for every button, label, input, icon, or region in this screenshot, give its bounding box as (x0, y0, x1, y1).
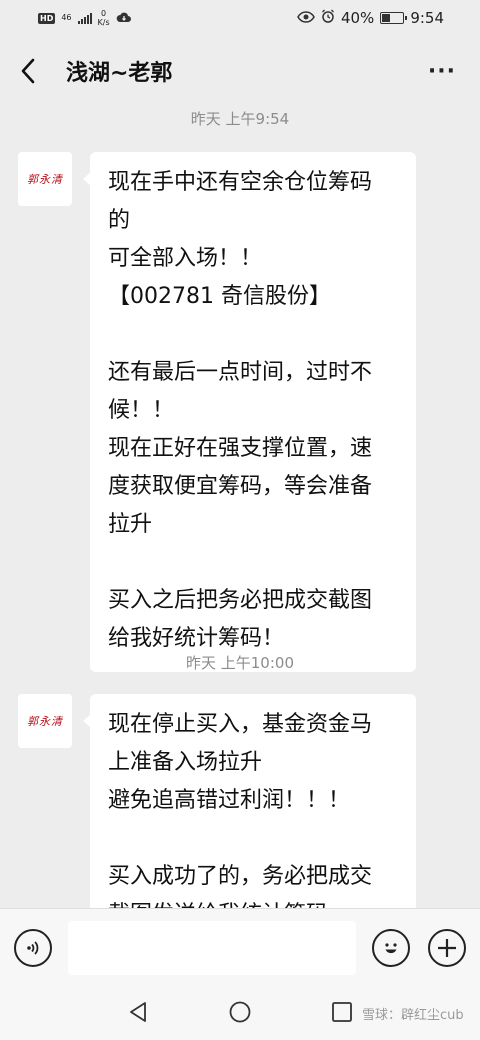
net-speed-unit: K/s (97, 18, 110, 27)
signal-icon (77, 12, 92, 24)
message-line: 度获取便宜筹码，等会准备 (108, 474, 373, 499)
watermark: 雪球：辟红尘cub (362, 1008, 464, 1023)
message-line: 的 (108, 208, 131, 233)
message-line: 现在停止买入，基金资金马 (108, 712, 373, 737)
message-line (108, 544, 400, 582)
chat-area[interactable]: 昨天 上午9:54 郭永清 现在手中还有空余仓位筹码 的 可全部入场！！ 【00… (0, 106, 480, 908)
message-line: 买入成功了的，务必把成交 (108, 864, 373, 889)
alarm-icon (321, 9, 335, 27)
message-line (108, 820, 400, 858)
message-line: 买入之后把务必把成交截图 (108, 588, 373, 613)
status-bar: HD 46 0 K/s 40% 9:54 (0, 0, 480, 36)
message-line: 现在手中还有空余仓位筹码 (108, 170, 373, 195)
message-bubble[interactable]: 现在停止买入，基金资金马 上准备入场拉升 避免追高错过利润！！！ 买入成功了的，… (83, 694, 416, 908)
message-line: 现在正好在强支撑位置，速 (108, 436, 373, 461)
message-line: 候！！ (108, 398, 175, 423)
message-line: 拉升 (108, 512, 153, 537)
hd-badge: HD (38, 12, 56, 24)
eye-icon (297, 9, 315, 27)
net-speed-value: 0 (101, 9, 107, 18)
avatar[interactable]: 郭永清 (18, 694, 72, 748)
system-nav-bar: 雪球：辟红尘cub (0, 986, 480, 1040)
net-speed: 0 K/s (98, 9, 110, 27)
avatar-seal: 郭永清 (27, 715, 63, 728)
chevron-left-icon (21, 58, 35, 84)
emoji-icon[interactable] (372, 928, 410, 967)
back-button[interactable] (20, 51, 50, 91)
message-timestamp: 昨天 上午10:00 (186, 654, 294, 672)
message-line: 上准备入场拉升 (108, 750, 263, 775)
message-input[interactable] (68, 920, 356, 975)
message-line: 截图发送给我统计筹码 (108, 896, 400, 908)
avatar-seal: 郭永清 (27, 173, 63, 186)
message-line: 还有最后一点时间，过时不 (108, 360, 373, 385)
chat-header: 浅湖~老郭 ··· (0, 36, 480, 106)
message-timestamp: 昨天 上午9:54 (190, 110, 290, 128)
avatar[interactable]: 郭永清 (18, 152, 72, 206)
nav-back-icon[interactable] (126, 1000, 150, 1028)
voice-icon[interactable] (14, 928, 52, 967)
network-type: 46 (61, 14, 71, 22)
message-line: 可全部入场！！ (108, 246, 263, 271)
nav-home-icon[interactable] (228, 1000, 252, 1028)
clock-time: 9:54 (410, 9, 444, 27)
battery-fill (382, 14, 391, 22)
cloud-icon (116, 9, 132, 27)
battery-percent: 40% (340, 9, 375, 27)
message-bubble[interactable]: 现在手中还有空余仓位筹码 的 可全部入场！！ 【002781 奇信股份】 还有最… (83, 152, 416, 672)
input-bar (0, 908, 480, 986)
nav-recent-icon[interactable] (330, 1000, 354, 1028)
plus-icon[interactable] (428, 928, 466, 967)
battery-icon (380, 12, 408, 24)
network-type-label: 46 (61, 13, 72, 22)
chat-title: 浅湖~老郭 (66, 61, 173, 86)
message-line: 【002781 奇信股份】 (108, 284, 331, 309)
message-line (108, 316, 400, 354)
status-right: 40% 9:54 (297, 9, 444, 27)
more-options-icon[interactable]: ··· (424, 59, 460, 84)
status-left: HD 46 0 K/s (38, 9, 132, 27)
message-line: 避免追高错过利润！！！ (108, 788, 351, 813)
